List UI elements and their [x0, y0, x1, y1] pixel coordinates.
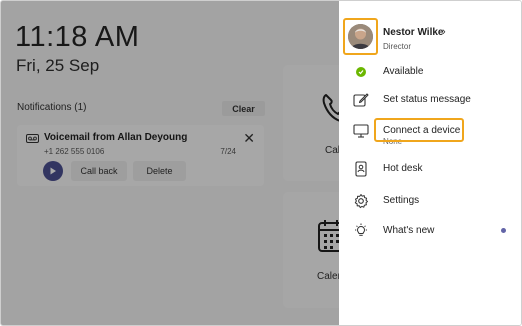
new-indicator-dot [501, 228, 506, 233]
hot-desk-icon [355, 161, 367, 177]
connect-device-highlight-box [374, 118, 464, 142]
profile-panel: Nestor Wilke › Director Available Set st… [339, 1, 521, 325]
chevron-right-icon[interactable]: › [442, 26, 446, 38]
available-status-icon [356, 67, 366, 77]
avatar-highlight-box [343, 18, 378, 55]
menu-label-settings: Settings [383, 195, 420, 206]
lightbulb-icon [355, 223, 367, 236]
menu-label-set-status: Set status message [383, 94, 471, 105]
menu-label-available: Available [383, 66, 424, 77]
menu-item-settings[interactable]: Settings [339, 190, 521, 212]
edit-status-icon [353, 93, 369, 107]
menu-item-whats-new[interactable]: What's new [339, 220, 521, 242]
gear-icon [354, 194, 368, 209]
menu-item-available[interactable]: Available [339, 61, 521, 83]
device-screen: 11:18 AM Fri, 25 Sep Notifications (1) C… [0, 0, 522, 326]
monitor-icon [353, 124, 369, 138]
profile-role: Director [383, 42, 412, 51]
menu-item-hot-desk[interactable]: Hot desk [339, 158, 521, 180]
menu-label-whats-new: What's new [383, 225, 435, 236]
dim-overlay[interactable] [1, 1, 339, 325]
menu-label-hot-desk: Hot desk [383, 163, 423, 174]
menu-item-set-status[interactable]: Set status message [339, 89, 521, 111]
profile-name[interactable]: Nestor Wilke [383, 27, 443, 38]
